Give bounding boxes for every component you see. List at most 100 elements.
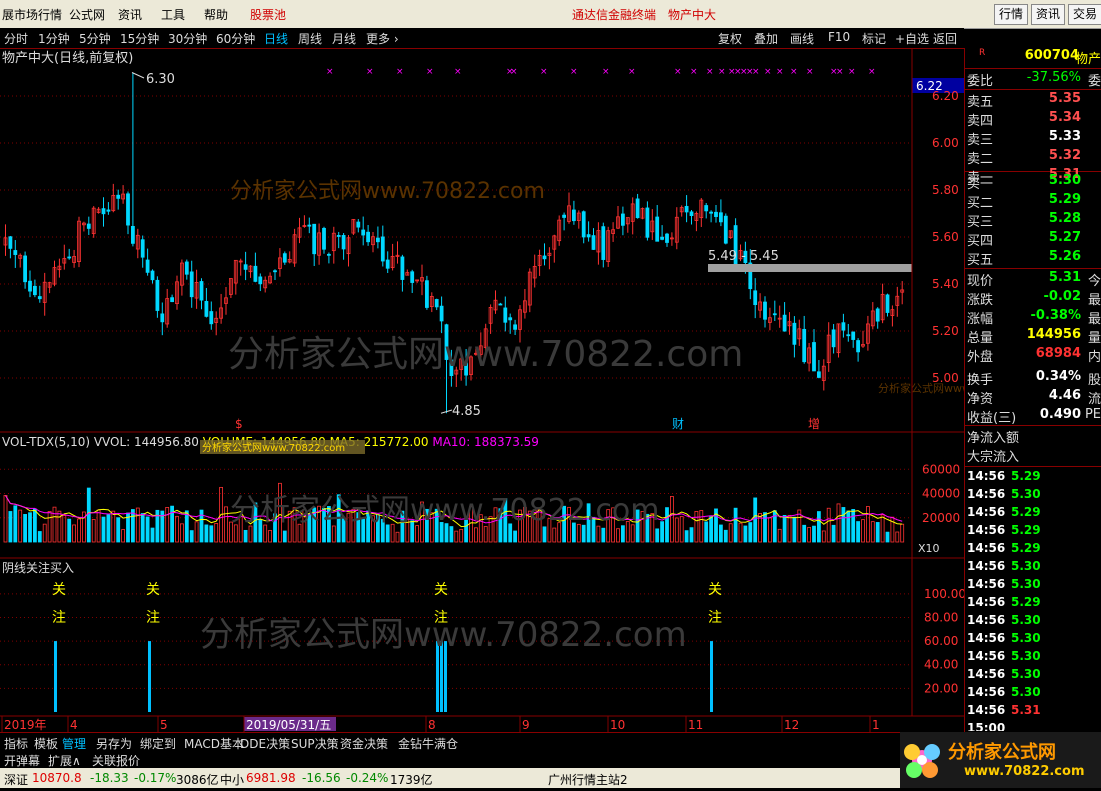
period-tab-intraday[interactable]: 分时 [4,30,28,47]
adjust-button[interactable]: 复权 [718,30,742,47]
trade-price: 5.29 [1011,523,1041,537]
news-button[interactable]: 资讯 [1031,4,1065,25]
add-watchlist-button[interactable]: +自选 [895,30,929,47]
watermark-volume: 分析家公式网www.70822.com [230,493,659,528]
stat-row-2: 涨幅 -0.38% 最 [967,308,1101,327]
volume-bar [454,530,459,543]
signal-label-b: 注 [146,610,160,626]
stock-name: 物产 [1074,52,1101,67]
overlay-button[interactable]: 叠加 [754,30,778,47]
menu-item-formula[interactable]: 公式网 [69,6,105,23]
candle-body [542,255,547,260]
candle-body [140,239,145,258]
trade-price: 5.30 [1011,613,1041,627]
stat-ext: 流 [1087,392,1101,407]
indicator-tick: 40.00 [924,658,958,672]
star-mark: × [718,67,726,77]
candle-body [253,265,258,282]
candle-body [689,211,694,217]
draw-line-button[interactable]: 画线 [790,30,814,47]
signal-label-a: 关 [52,582,66,598]
menu-item-help[interactable]: 帮助 [204,6,228,23]
period-tab-60min[interactable]: 60分钟 [216,30,255,47]
candle-body [356,221,361,228]
trade-time: 14:56 [967,613,1006,627]
candle-body [704,205,709,212]
volume-bar [846,510,851,543]
menu-item-stock-pool[interactable]: 股票池 [250,6,286,23]
candle-body [714,211,718,217]
period-tab-monthly[interactable]: 月线 [332,30,356,47]
stat-row-4: 外盘 68984 内 [967,346,1101,365]
weibi-value: -37.56% [1026,70,1081,85]
trade-row: 14:56 5.30 [967,649,1101,667]
menu-item-tools[interactable]: 工具 [161,6,185,23]
period-tab-30min[interactable]: 30分钟 [168,30,207,47]
period-tab-weekly[interactable]: 周线 [298,30,322,47]
price-tick: 5.80 [932,183,959,197]
extra-tab-2[interactable]: 关联报价 [92,752,140,769]
quote-button[interactable]: 行情 [994,4,1028,25]
mark-button[interactable]: 标记 [862,30,886,47]
candle-body [572,209,576,222]
volume-bar [738,522,743,543]
volume-bar [596,525,601,543]
kline-chart[interactable]: 关注关注关注关注 $ 财增 物产中大(日线,前复权) 6.30 4.85 5.49… [0,48,964,732]
volume-bar [135,507,140,543]
period-tab-more[interactable]: 更多 › [366,30,399,47]
ask-row-3: 卖三 5.33 [967,129,1101,148]
volume-bar [268,530,273,543]
price-range-band [708,264,912,272]
period-tab-15min[interactable]: 15分钟 [120,30,159,47]
trade-row: 14:56 5.30 [967,667,1101,685]
menu-item-market[interactable]: 展市场行情 [2,6,62,23]
ask-row-5-label: 卖五 [967,95,994,110]
x-axis-labels: 2019年 4 5 2019/05/31/五 8 9 10 11 12 1 [1,716,880,732]
volume-bar [748,522,753,543]
stock-code-row: R 600704 物产 [967,48,1101,67]
f10-button[interactable]: F10 [828,30,850,44]
extra-tab-1[interactable]: 扩展∧ [48,752,81,769]
volume-bar [875,522,880,543]
trade-row: 14:56 5.29 [967,523,1101,541]
bid-row-4-label: 买四 [967,234,994,249]
stat-ext: 今 [1087,274,1101,289]
flow-row-block: 大宗流入 [967,446,1101,465]
bid-row-3-value: 5.28 [1048,211,1081,226]
trade-button[interactable]: 交易 [1068,4,1101,25]
volume-bar [704,521,709,543]
candle-body [361,229,366,236]
ask-row-5: 卖五 5.35 [967,91,1101,110]
volume-bar [145,516,150,543]
trade-price: 5.30 [1011,649,1041,663]
low-price-label: 4.85 [452,404,481,419]
candle-body [155,279,160,311]
candle-body [856,340,860,353]
volume-bar [248,525,253,543]
trade-row: 14:56 5.29 [967,505,1101,523]
volume-bar [96,509,101,543]
star-mark: × [628,67,636,77]
stat-value: 4.46 [1048,388,1081,403]
bid-row-1-label: 买一 [967,177,994,192]
trade-price: 5.29 [1011,505,1041,519]
period-tab-daily[interactable]: 日线 [264,30,288,47]
period-tab-1min[interactable]: 1分钟 [38,30,70,47]
extra-tab-0[interactable]: 开弹幕 [4,752,40,769]
bid-row-5-value: 5.26 [1048,249,1081,264]
period-tab-5min[interactable]: 5分钟 [79,30,111,47]
candle-body [126,193,130,226]
trade-price: 5.30 [1011,685,1041,699]
volume-bar [72,524,76,543]
volume-bar [817,511,821,543]
volume-unit: X10 [918,542,940,555]
candle-body [282,253,287,263]
star-mark: × [752,67,760,77]
indicator-tick: 80.00 [924,610,958,624]
menu-item-news[interactable]: 资讯 [118,6,142,23]
ask-row-2-label: 卖二 [967,152,994,167]
back-button[interactable]: 返回 [933,30,957,47]
candle-body [508,317,513,321]
volume-bar [33,508,37,543]
signal-label-a: 关 [146,582,160,598]
